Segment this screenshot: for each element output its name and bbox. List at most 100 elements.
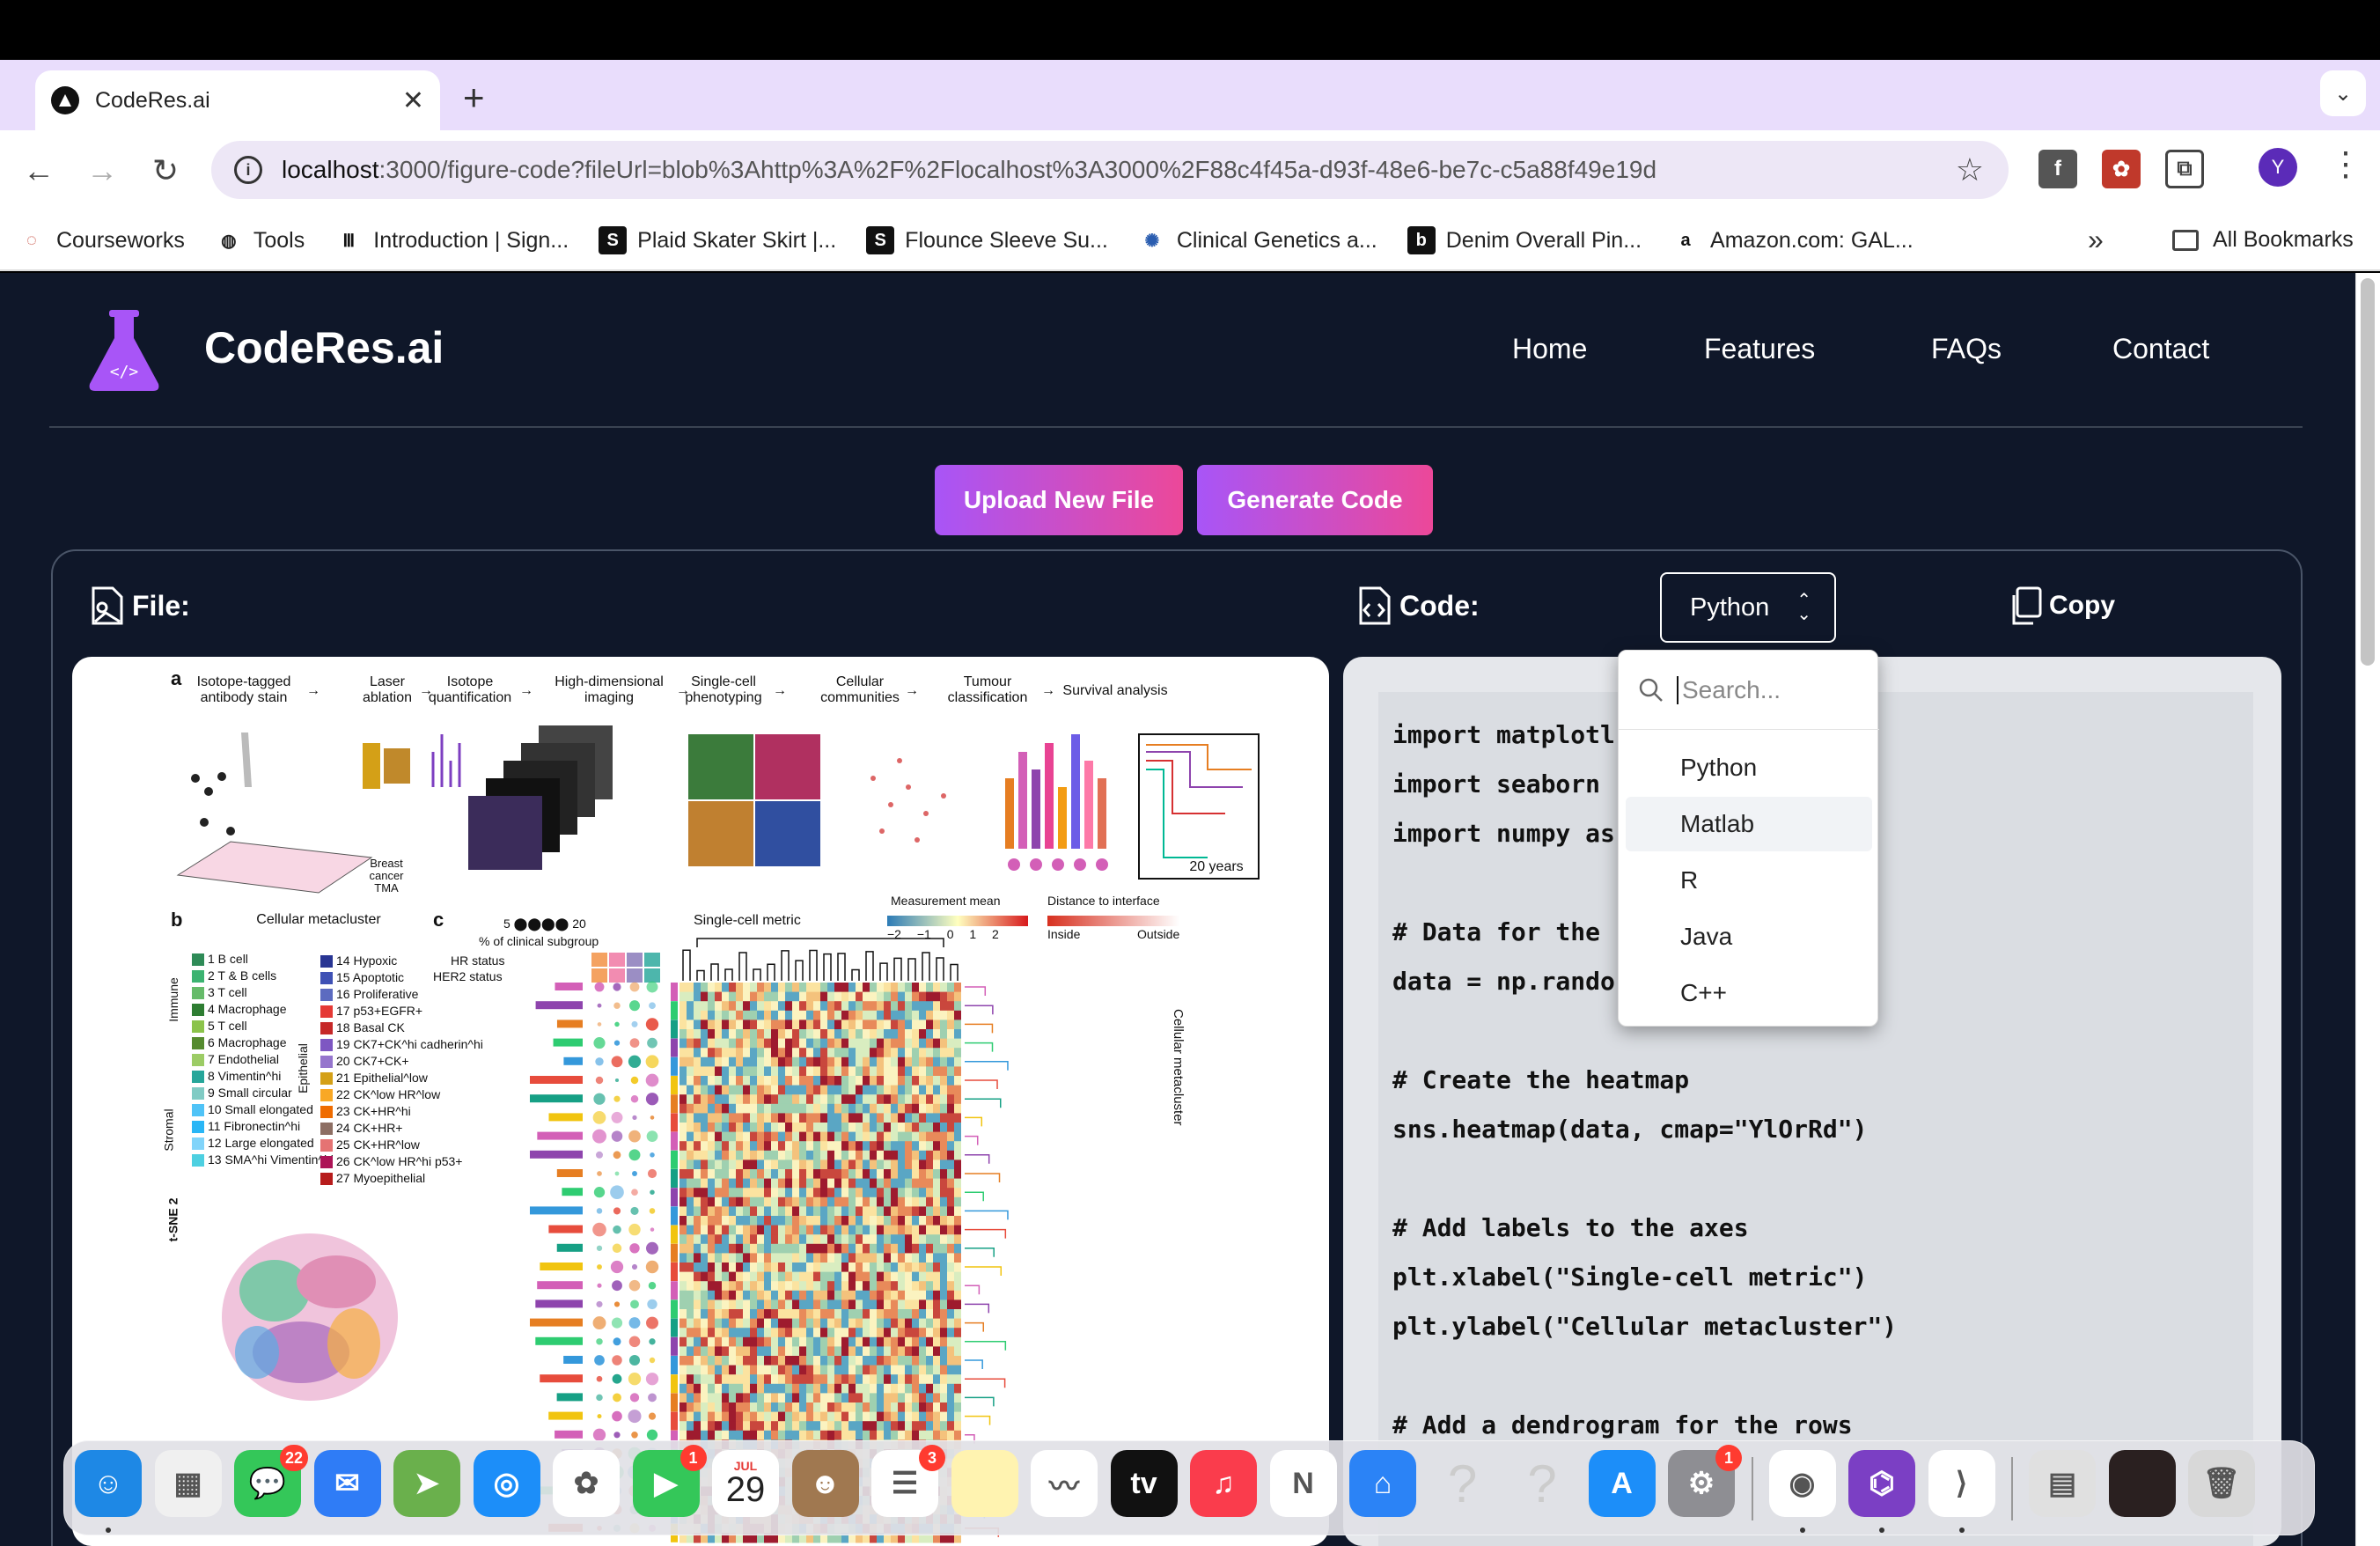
heatmap-cell <box>806 1216 813 1226</box>
maps-icon[interactable]: ➤ <box>393 1450 460 1517</box>
copy-button[interactable]: Copy <box>2009 586 2115 625</box>
bookmark-clinical-genetics[interactable]: ✺ Clinical Genetics a... <box>1138 226 1377 254</box>
news-icon[interactable]: N <box>1269 1450 1337 1517</box>
heatmap-cell <box>856 1356 863 1366</box>
heatmap-cell <box>834 1076 841 1086</box>
heatmap-cell <box>736 1383 743 1394</box>
bookmark-amazon[interactable]: a Amazon.com: GAL... <box>1671 226 1913 254</box>
page-scrollbar-thumb[interactable] <box>2361 278 2375 666</box>
option-cpp[interactable]: C++ <box>1626 966 1872 1020</box>
heatmap-cell <box>701 1421 708 1432</box>
keynote-icon[interactable]: ⌂ <box>1349 1450 1416 1517</box>
generate-code-button[interactable]: Generate Code <box>1197 465 1433 535</box>
subgroup-bubble <box>593 1093 606 1105</box>
reminders-icon[interactable]: ☰ 3 <box>871 1445 945 1517</box>
launchpad-icon[interactable]: ▦ <box>154 1450 222 1517</box>
bookmark-star-icon[interactable]: ☆ <box>1956 151 1984 188</box>
appstore-icon[interactable]: A <box>1588 1450 1656 1517</box>
site-info-icon[interactable]: i <box>234 156 262 184</box>
tab-search-chevron-icon[interactable]: ⌄ <box>2320 70 2366 116</box>
bookmark-plaid-skirt[interactable]: S Plaid Skater Skirt |... <box>599 226 836 254</box>
mail-icon[interactable]: ✉ <box>313 1450 381 1517</box>
heatmap-cell <box>863 1281 870 1292</box>
profile-avatar[interactable]: Y <box>2259 148 2297 187</box>
bookmark-denim-overall[interactable]: b Denim Overall Pin... <box>1407 226 1642 254</box>
cluster-entry: 27 Myoepithelial <box>320 1170 483 1187</box>
heatmap-cell <box>884 1281 891 1292</box>
nav-faqs[interactable]: FAQs <box>1931 333 2002 365</box>
heatmap-cell <box>715 1169 722 1180</box>
trash-icon[interactable]: 🗑 <box>2188 1450 2255 1517</box>
finder-icon[interactable]: ☺ <box>75 1450 142 1517</box>
unknown-app-icon-2[interactable]: ? <box>1509 1450 1576 1517</box>
appletv-icon[interactable]: tv <box>1110 1450 1178 1517</box>
facetime-icon[interactable]: ▶ 1 <box>632 1445 707 1517</box>
notes-icon[interactable] <box>951 1450 1018 1517</box>
panel-a-workflow-illustration <box>176 725 1260 894</box>
bookmark-tools[interactable]: ◍ Tools <box>215 226 305 254</box>
language-select[interactable]: Python ⌃ ⌄ <box>1660 572 1836 643</box>
photos-icon[interactable]: ✿ <box>553 1450 620 1517</box>
extensions-puzzle-icon[interactable]: ⧉ <box>2165 150 2204 188</box>
page-scrollbar[interactable] <box>2355 273 2380 1546</box>
calendar-icon[interactable]: JUL 29 <box>712 1450 779 1517</box>
heatmap-cell <box>750 1056 757 1067</box>
tab-close-icon[interactable]: ✕ <box>402 85 424 116</box>
heatmap-cell <box>841 1029 848 1040</box>
reload-icon[interactable]: ↻ <box>143 148 188 194</box>
nav-features[interactable]: Features <box>1704 333 1815 365</box>
extension-f-icon[interactable]: f <box>2038 150 2077 188</box>
option-matlab[interactable]: Matlab <box>1626 797 1872 851</box>
language-search-input[interactable]: Search... <box>1619 651 1879 730</box>
nav-home[interactable]: Home <box>1512 333 1587 365</box>
cluster-entry: 1 B cell <box>192 951 334 968</box>
unknown-app-icon[interactable]: ? <box>1429 1450 1496 1517</box>
music-icon[interactable]: ♫ <box>1190 1450 1257 1517</box>
step-arrow-icon: → <box>773 683 787 698</box>
extension-red-icon[interactable]: ✿ <box>2102 150 2141 188</box>
heatmap-cell <box>933 1123 940 1133</box>
brand-name[interactable]: CodeRes.ai <box>204 322 444 373</box>
option-r[interactable]: R <box>1626 853 1872 908</box>
safari-icon[interactable]: ◎ <box>473 1450 540 1517</box>
browser-menu-icon[interactable]: ⋮ <box>2329 144 2362 184</box>
option-java[interactable]: Java <box>1626 909 1872 964</box>
heatmap-cell <box>799 1336 806 1347</box>
heatmap-cell <box>820 1066 827 1077</box>
back-arrow-icon[interactable]: ← <box>16 148 62 194</box>
recent-window-icon[interactable] <box>2108 1450 2176 1517</box>
github-desktop-icon[interactable]: ⌬ <box>1848 1450 1915 1517</box>
heatmap-cell <box>877 1421 884 1432</box>
site-header: </> CodeRes.ai Home Features FAQs Contac… <box>49 273 2303 428</box>
freeform-icon[interactable]: 〰 <box>1031 1450 1098 1517</box>
subgroup-bubble <box>650 1152 655 1158</box>
browser-tab[interactable]: CodeRes.ai ✕ <box>35 70 440 130</box>
preview-icon[interactable]: ▤ <box>2029 1450 2096 1517</box>
system-settings-icon[interactable]: ⚙ 1 <box>1668 1445 1742 1517</box>
address-bar[interactable]: i localhost:3000/figure-code?fileUrl=blo… <box>211 141 2009 199</box>
option-python[interactable]: Python <box>1626 740 1872 795</box>
upload-new-file-button[interactable]: Upload New File <box>935 465 1183 535</box>
contacts-icon[interactable]: ☻ <box>791 1450 859 1517</box>
more-bookmarks-chevron-icon[interactable]: » <box>2088 224 2104 256</box>
forward-arrow-icon[interactable]: → <box>79 148 125 194</box>
heatmap-cell <box>757 1216 764 1226</box>
bookmark-courseworks[interactable]: ◌ Courseworks <box>18 226 185 254</box>
heatmap-cell <box>905 1001 912 1012</box>
chrome-icon[interactable]: ◉ <box>1768 1450 1836 1517</box>
all-bookmarks-button[interactable]: All Bookmarks <box>2172 227 2354 253</box>
new-tab-icon[interactable]: + <box>463 79 485 116</box>
heatmap-cell <box>757 991 764 1002</box>
messages-icon[interactable]: 💬 22 <box>234 1445 308 1517</box>
bookmark-introduction[interactable]: Ⅲ Introduction | Sign... <box>334 226 569 254</box>
cluster-label: 9 Small circular <box>208 1086 292 1100</box>
heatmap-cell <box>940 1374 947 1385</box>
heatmap-cell <box>954 1216 961 1226</box>
step-arrow-icon: → <box>519 683 533 698</box>
heatmap-cell <box>827 1263 834 1273</box>
nav-contact[interactable]: Contact <box>2112 333 2209 365</box>
vscode-icon[interactable]: ⟩ <box>1928 1450 1995 1517</box>
bookmark-flounce-sleeve[interactable]: S Flounce Sleeve Su... <box>866 226 1108 254</box>
heatmap-cell <box>912 1393 919 1403</box>
heatmap-cell <box>940 1243 947 1254</box>
